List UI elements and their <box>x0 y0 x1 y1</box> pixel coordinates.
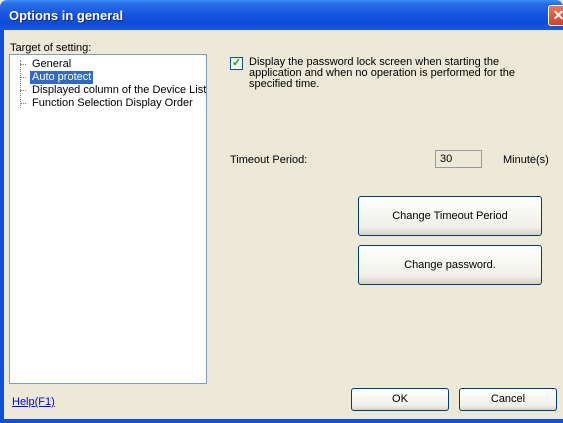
settings-tree[interactable]: General Auto protect Displayed column of… <box>9 54 207 384</box>
title-bar[interactable]: Options in general ✕ <box>0 0 563 30</box>
timeout-period-value: 30 <box>435 150 482 168</box>
change-timeout-period-button[interactable]: Change Timeout Period <box>358 196 542 236</box>
tree-item-label: Auto protect <box>30 71 94 84</box>
window-frame-bottom <box>0 419 563 423</box>
tree-item-label: Function Selection Display Order <box>32 97 193 109</box>
window-title: Options in general <box>9 8 124 23</box>
tree-connector <box>20 64 26 65</box>
checkmark-icon: ✓ <box>232 57 242 69</box>
tree-item-label: Displayed column of the Device List <box>32 84 207 96</box>
password-lock-checkbox-label: Display the password lock screen when st… <box>249 56 516 90</box>
cancel-button[interactable]: Cancel <box>459 388 557 411</box>
password-lock-checkbox[interactable]: ✓ <box>230 57 243 70</box>
tree-item-label: General <box>32 58 72 70</box>
close-icon: ✕ <box>552 7 563 23</box>
tree-connector <box>20 103 26 104</box>
target-of-setting-label: Target of setting: <box>10 42 92 54</box>
tree-connector-line <box>20 60 21 108</box>
tree-connector <box>20 90 26 91</box>
ok-button[interactable]: OK <box>351 388 449 411</box>
close-button[interactable]: ✕ <box>548 5 563 26</box>
timeout-period-label: Timeout Period: <box>230 154 308 166</box>
tree-connector <box>20 77 26 78</box>
window-frame-left <box>0 30 4 423</box>
timeout-unit-label: Minute(s) <box>503 154 549 166</box>
help-link[interactable]: Help(F1) <box>12 396 55 408</box>
options-dialog: Options in general ✕ Target of setting: … <box>0 0 563 423</box>
change-password-button[interactable]: Change password. <box>358 245 542 285</box>
